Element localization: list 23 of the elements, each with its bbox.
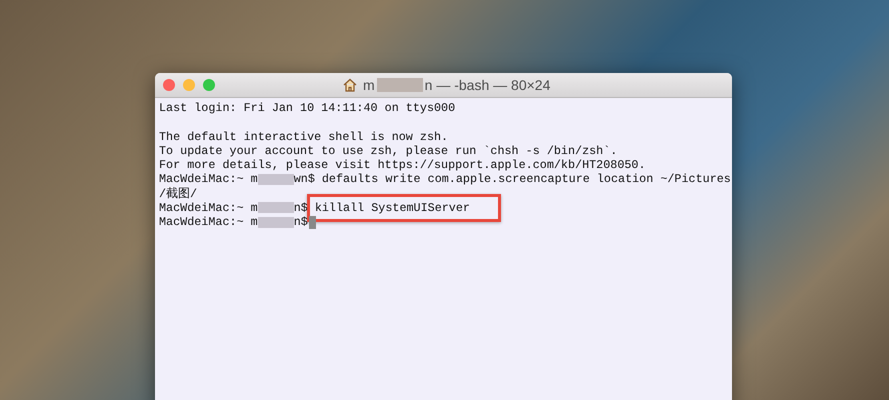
prompt-text: wn$	[294, 172, 315, 186]
window-title: n — -bash — 80×24	[424, 77, 550, 93]
home-icon	[343, 78, 357, 92]
terminal-line: Last login: Fri Jan 10 14:11:40 on ttys000	[159, 101, 456, 115]
redacted-text	[258, 174, 294, 185]
redacted-text	[258, 216, 294, 228]
zoom-button[interactable]	[203, 79, 215, 91]
terminal-line: The default interactive shell is now zsh.	[159, 130, 448, 144]
prompt-text: MacWdeiMac:~ m	[159, 201, 258, 216]
terminal-line: For more details, please visit https://support.apple.com/kb/HT208050.	[159, 158, 646, 172]
prompt-text: MacWdeiMac:~ m	[159, 215, 258, 230]
prompt-text: n$	[294, 201, 308, 216]
terminal-line: To update your account to use zsh, please run `chsh -s /bin/zsh`.	[159, 144, 618, 158]
window-title: m	[363, 77, 375, 93]
minimize-button[interactable]	[183, 79, 195, 91]
terminal-line: /截图/	[159, 186, 198, 201]
command-text: defaults write com.apple.screencapture location ~/Pictures	[322, 172, 731, 186]
prompt-text: n$	[294, 215, 308, 230]
prompt-text: MacWdeiMac:~ m	[159, 172, 258, 186]
command-text: killall SystemUIServer	[314, 201, 470, 216]
close-button[interactable]	[163, 79, 175, 91]
redacted-text	[258, 202, 294, 214]
redacted-text	[376, 78, 423, 92]
